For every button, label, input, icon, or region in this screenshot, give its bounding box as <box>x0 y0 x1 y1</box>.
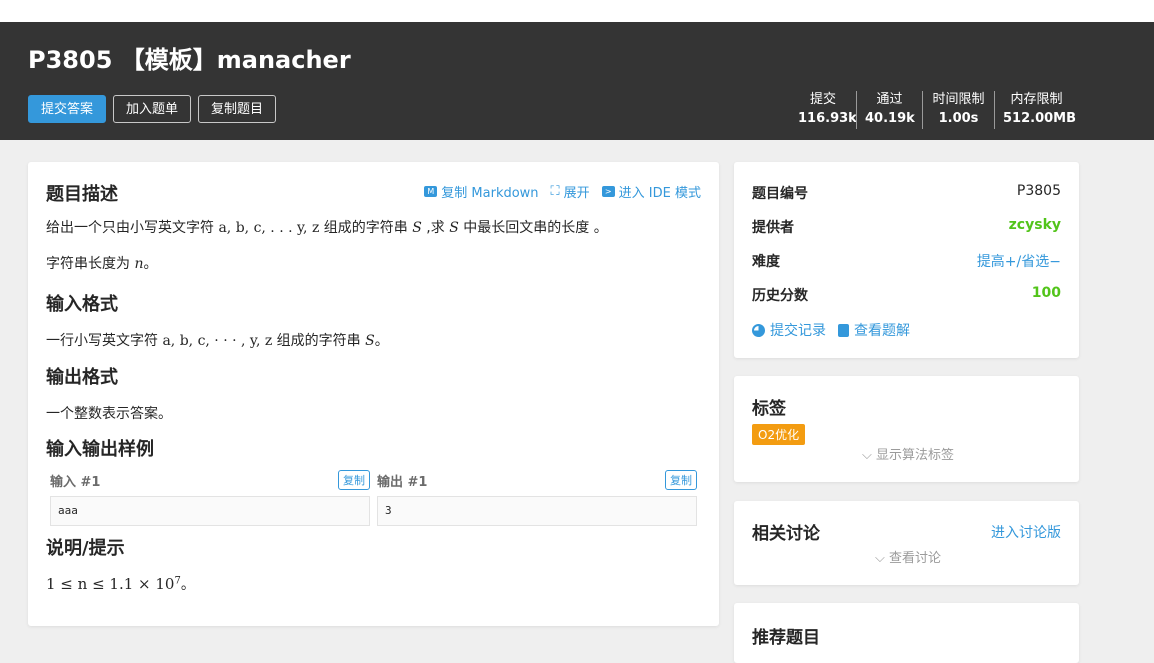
sample-input-label: 输入 #1 <box>50 474 101 490</box>
stat-memory-limit: 内存限制 512.00MB <box>994 91 1078 129</box>
discussion-card: 相关讨论 进入讨论版 ⌵ 查看讨论 <box>734 501 1079 585</box>
copy-output-button[interactable]: 复制 <box>665 470 697 490</box>
info-row-provider: 提供者 zcysky <box>752 217 1061 237</box>
input-format-text: 一行小写英文字符 a, b, c, · · · , y, z 组成的字符串 S。 <box>46 333 389 349</box>
info-row-difficulty: 难度 提高+/省选− <box>752 251 1061 271</box>
hint-section: 说明/提示 1 ≤ n ≤ 1.1 × 107。 <box>46 534 195 594</box>
tags-title: 标签 <box>752 399 786 419</box>
submission-records-link[interactable]: 提交记录 <box>752 320 826 340</box>
input-format-title: 输入格式 <box>46 294 118 315</box>
info-row-id: 题目编号 P3805 <box>752 183 1061 202</box>
description-section: 题目描述 给出一个只由小写英文字符 a, b, c, . . . y, z 组成… <box>46 180 608 273</box>
difficulty-link[interactable]: 提高+/省选− <box>977 251 1061 271</box>
sample-output-code: 3 <box>377 496 697 526</box>
problem-stats: 提交 116.93k 通过 40.19k 时间限制 1.00s 内存限制 512… <box>790 91 1078 129</box>
view-solutions-link[interactable]: 查看题解 <box>838 320 910 340</box>
recommended-card: 推荐题目 <box>734 603 1079 663</box>
top-gap <box>0 0 1154 22</box>
info-links: 提交记录 查看题解 <box>752 320 910 340</box>
description-text: 给出一个只由小写英文字符 a, b, c, . . . y, z 组成的字符串 … <box>46 220 608 236</box>
sample-output: 输出 #1 复制 3 <box>377 468 697 526</box>
problem-content-card: M 复制 Markdown ⛶ 展开 > 进入 IDE 模式 题目描述 给出一个只由小… <box>28 162 719 626</box>
output-format-text: 一个整数表示答案。 <box>46 406 172 422</box>
book-icon <box>838 323 849 337</box>
stat-accepted: 通过 40.19k <box>856 91 922 129</box>
sample-output-label: 输出 #1 <box>377 474 428 490</box>
stat-time-limit: 时间限制 1.00s <box>922 91 994 129</box>
problem-title: P3805 【模板】manacher <box>28 46 351 74</box>
recommended-title: 推荐题目 <box>752 628 820 648</box>
copy-input-button[interactable]: 复制 <box>338 470 370 490</box>
info-row-score: 历史分数 100 <box>752 285 1061 304</box>
pie-chart-icon <box>752 323 765 337</box>
output-format-title: 输出格式 <box>46 367 118 388</box>
discussion-board-link[interactable]: 进入讨论版 <box>991 522 1061 542</box>
samples-title: 输入输出样例 <box>46 439 154 460</box>
provider-link[interactable]: zcysky <box>1009 217 1061 237</box>
copy-problem-button[interactable]: 复制题目 <box>198 95 277 123</box>
sample-input-code: aaa <box>50 496 370 526</box>
header-buttons: 提交答案 加入题单 复制题目 <box>28 95 277 123</box>
problem-header: P3805 【模板】manacher 提交答案 加入题单 复制题目 提交 116… <box>0 22 1154 140</box>
sample-input: 输入 #1 复制 aaa <box>50 468 370 526</box>
ide-mode-link[interactable]: > 进入 IDE 模式 <box>601 182 701 201</box>
length-text: 字符串长度为 n。 <box>46 256 158 272</box>
tag-o2[interactable]: O2优化 <box>752 424 806 445</box>
hint-text: 1 ≤ n ≤ 1.1 × 107。 <box>46 575 195 593</box>
tags-card: 标签 O2优化 ⌵ 显示算法标签 <box>734 376 1079 482</box>
problem-info-card: 题目编号 P3805 提供者 zcysky 难度 提高+/省选− 历史分数 10… <box>734 162 1079 358</box>
hint-title: 说明/提示 <box>46 538 125 559</box>
add-to-list-button[interactable]: 加入题单 <box>113 95 192 123</box>
submit-answer-button[interactable]: 提交答案 <box>28 95 107 123</box>
stat-submissions: 提交 116.93k <box>798 92 857 126</box>
view-discussion-link[interactable]: ⌵ 查看讨论 <box>875 547 941 566</box>
input-format-section: 输入格式 一行小写英文字符 a, b, c, · · · , y, z 组成的字… <box>46 290 389 350</box>
output-format-section: 输出格式 一个整数表示答案。 <box>46 363 172 423</box>
description-title: 题目描述 <box>46 184 118 205</box>
show-algorithm-tags-link[interactable]: ⌵ 显示算法标签 <box>862 444 954 463</box>
